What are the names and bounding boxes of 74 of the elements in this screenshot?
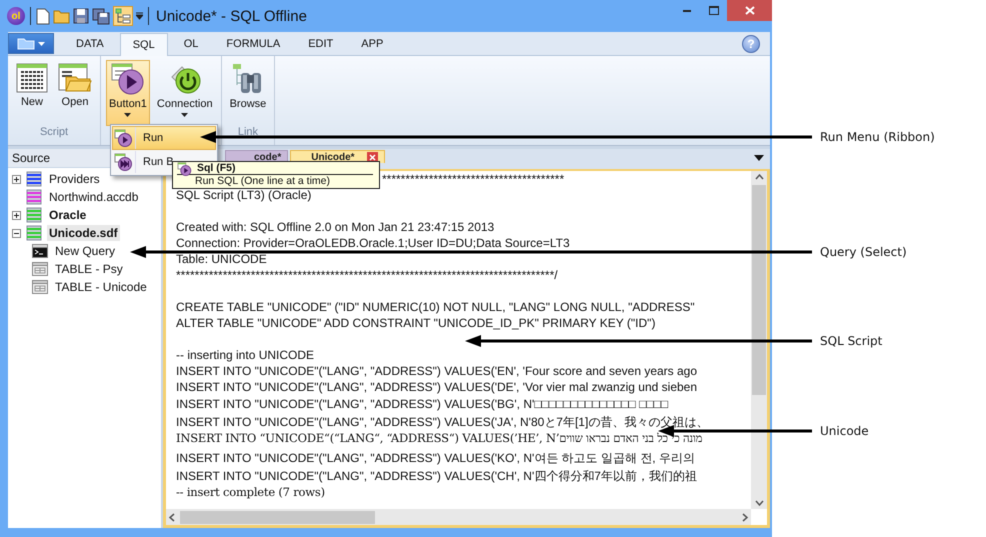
play-icon [110, 63, 145, 95]
callout-label: Run Menu (Ribbon) [820, 129, 935, 145]
save-all-icon[interactable] [92, 8, 110, 24]
callout-label: SQL Script [820, 333, 882, 349]
minimize-icon [682, 9, 690, 12]
code-line: ALTER TABLE "UNICODE" ADD CONSTRAINT "UNICODE_ID_PK" PRIMARY KEY ("ID") [176, 315, 656, 331]
ribbon-button[interactable]: New [13, 60, 51, 126]
code-line: *************************************** [382, 171, 564, 187]
caret-icon [124, 113, 132, 117]
code-line: INSERT INTO "UNICODE"("LANG", "ADDRESS") VALUES('BG', N'□□□□□□□□□□□□□□ □□□□ [176, 396, 668, 413]
vertical-scrollbar[interactable] [751, 171, 767, 509]
tree-item[interactable]: Providers [47, 171, 102, 187]
ribbon-tab[interactable]: EDIT [296, 33, 346, 55]
table-icon [16, 63, 48, 93]
code-line: -- inserting into UNICODE [176, 347, 314, 363]
ribbon-tab[interactable]: FORMULA [214, 33, 292, 55]
table-icon [32, 280, 48, 294]
code-line: INSERT INTO "UNICODE"("LANG", "ADDRESS") VALUES('EN', 'Four score and seven years ago [176, 363, 698, 379]
save-icon[interactable] [73, 8, 89, 24]
skip-icon [114, 153, 134, 171]
file-menu-button[interactable] [8, 33, 54, 54]
close-button[interactable] [727, 0, 772, 21]
code-line: *********************************************************************************/ [176, 267, 558, 283]
caret-icon [181, 113, 188, 117]
customize-caret-icon[interactable] [136, 12, 143, 20]
group-label: Script [40, 126, 68, 139]
close-icon[interactable] [366, 152, 378, 162]
ribbon-tab[interactable]: SQL [120, 33, 168, 56]
tree-icon [115, 8, 131, 24]
callout-label: Query (Select) [820, 244, 907, 260]
code-line: CREATE TABLE "UNICODE" ("ID" NUMERIC(10) NOT NULL, "LANG" LONG NULL, "ADDRESS" [176, 299, 695, 315]
new-file-icon[interactable] [36, 8, 50, 24]
tooltip-text: Run SQL (One line at a time) [194, 175, 332, 187]
ribbon-button[interactable]: Browse [226, 60, 270, 126]
terminal-icon [32, 244, 48, 258]
tree-item[interactable]: Unicode.sdf [47, 225, 120, 241]
code-line: SQL Script (LT3) (Oracle) [176, 187, 312, 203]
folder-icon [58, 63, 92, 93]
folder-icon [17, 38, 35, 50]
close-icon [744, 6, 754, 15]
play-icon [114, 129, 134, 147]
tree-item[interactable]: New Query [53, 243, 118, 259]
code-line: Created with: SQL Offline 2.0 on Mon Jan 21 23:47:15 2013 [176, 219, 494, 235]
menu-item[interactable]: Run [112, 126, 216, 150]
tree-item[interactable]: Northwind.accdb [47, 189, 140, 205]
horizontal-scrollbar[interactable] [166, 509, 751, 525]
code-line: -- insert complete (7 rows) [176, 485, 325, 501]
code-line: INSERT INTO "UNICODE"("LANG", "ADDRESS") VALUES('CH', N'四个得分和7年以前，我们的祖 [176, 468, 697, 485]
expand-icon[interactable] [12, 210, 21, 220]
caret-icon [38, 42, 45, 46]
table-icon [32, 262, 48, 276]
code-line: INSERT INTO "UNICODE"("LANG", "ADDRESS") VALUES('KO', N'여든 하고도 일곱해 전, 우리의 [176, 450, 695, 467]
ribbon-tab[interactable]: DATA [64, 33, 116, 55]
tree-item[interactable]: TABLE - Psy [53, 261, 125, 277]
tree-item[interactable]: TABLE - Unicode [53, 279, 149, 295]
tree-item[interactable]: Oracle [47, 207, 88, 223]
ribbon-button[interactable]: Open [55, 60, 95, 126]
app-logo[interactable]: ol [7, 7, 25, 25]
ribbon-button[interactable]: Button1 [106, 60, 150, 126]
code-line: Connection: Provider=OraOLEDB.Oracle.1;User ID=DU;Data Source=LT3 [176, 235, 570, 251]
group-label: Link [238, 126, 258, 139]
tree-view-button[interactable] [113, 6, 133, 26]
code-line: INSERT INTO "UNICODE"("LANG", "ADDRESS") VALUES('DE', 'Vor vier mal zwanzig und sieben [176, 379, 698, 395]
callout-label: Unicode [820, 423, 869, 439]
tab-list-icon[interactable] [754, 155, 764, 161]
window-title: Unicode* - SQL Offline [156, 8, 307, 24]
code-line: INSERT INTO "UNICODE"("LANG", "ADDRESS") VALUES('JA', N'80と7年[1]の昔、我々の父祖は、 [176, 414, 708, 431]
ribbon-tab[interactable]: OL [172, 33, 210, 55]
expand-icon[interactable] [12, 174, 21, 184]
maximize-icon [708, 6, 718, 15]
collapse-icon[interactable] [12, 228, 21, 238]
code-line: Table: UNICODE [176, 251, 267, 267]
ribbon-tab[interactable]: APP [349, 33, 396, 55]
tooltip-title: Sql (F5) [197, 163, 236, 174]
